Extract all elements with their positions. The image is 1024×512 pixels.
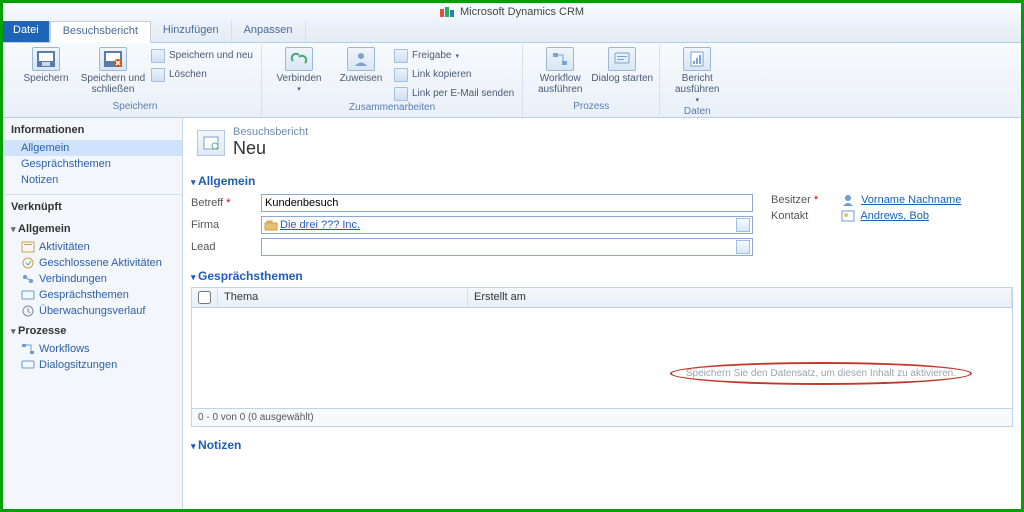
lookup-button-icon[interactable]	[736, 240, 750, 254]
lead-lookup[interactable]	[261, 238, 753, 256]
save-button[interactable]: Speichern	[15, 45, 77, 84]
disk-new-icon	[151, 49, 165, 63]
closed-activities-icon	[21, 257, 35, 269]
ribbon: Speichern Speichern und schließen Speich…	[3, 43, 1021, 118]
section-notes[interactable]: Notizen	[191, 433, 1013, 456]
email-link-button[interactable]: Link per E-Mail senden	[392, 85, 516, 102]
disk-close-icon	[99, 47, 127, 71]
label-betreff: Betreff	[191, 197, 223, 209]
tab-file[interactable]: Datei	[3, 21, 50, 42]
app-title: Microsoft Dynamics CRM	[460, 6, 584, 18]
left-navigation: Informationen Allgemein Gesprächsthemen …	[3, 118, 183, 509]
nav-gespraechsthemen[interactable]: Gesprächsthemen	[3, 156, 182, 172]
grid-footer: 0 - 0 von 0 (0 ausgewählt)	[192, 408, 1012, 426]
nav-workflows[interactable]: Workflows	[3, 341, 182, 357]
betreff-input[interactable]	[261, 194, 753, 212]
copy-link-icon	[394, 68, 408, 82]
firma-link[interactable]: Die drei ??? Inc.	[278, 219, 736, 231]
page-type: Besuchsbericht	[233, 126, 308, 138]
label-besitzer: Besitzer	[771, 194, 811, 206]
grid-placeholder: Speichern Sie den Datensatz, um diesen I…	[670, 362, 972, 385]
besitzer-link[interactable]: Vorname Nachname	[861, 194, 961, 206]
titlebar: Microsoft Dynamics CRM	[3, 3, 1021, 21]
label-firma: Firma	[191, 219, 261, 231]
activities-icon	[21, 241, 35, 253]
group-collab-label: Zusammenarbeiten	[349, 102, 435, 115]
link-icon	[285, 47, 313, 71]
email-icon	[394, 87, 408, 101]
company-icon	[264, 219, 278, 231]
dialog-sessions-icon	[21, 359, 35, 371]
run-report-button[interactable]: Bericht ausführen ▾	[666, 45, 728, 106]
label-lead: Lead	[191, 241, 261, 253]
nav-verbindungen[interactable]: Verbindungen	[3, 271, 182, 287]
nav-audit[interactable]: Überwachungsverlauf	[3, 303, 182, 319]
nav-dialogs[interactable]: Dialogsitzungen	[3, 357, 182, 373]
workflow-icon	[546, 47, 574, 71]
tab-anpassen[interactable]: Anpassen	[232, 21, 306, 42]
grid-checkbox-header[interactable]	[192, 288, 218, 307]
nav-header-verknuepft: Verknüpft	[3, 194, 182, 217]
disk-icon	[32, 47, 60, 71]
col-thema[interactable]: Thema	[218, 288, 468, 307]
nav-allgemein[interactable]: Allgemein	[3, 140, 182, 156]
run-workflow-button[interactable]: Workflow ausführen	[529, 45, 591, 95]
nav-header-informationen: Informationen	[3, 118, 182, 140]
label-kontakt: Kontakt	[771, 210, 841, 222]
crm-logo-icon	[440, 7, 454, 17]
main-pane: Besuchsbericht Neu Allgemein Betreff * F…	[183, 118, 1021, 509]
group-process-label: Prozess	[573, 101, 609, 115]
dialog-icon	[608, 47, 636, 71]
firma-lookup[interactable]: Die drei ??? Inc.	[261, 216, 753, 234]
assign-icon	[347, 47, 375, 71]
connections-icon	[21, 273, 35, 285]
lookup-button-icon[interactable]	[736, 218, 750, 232]
page-title: Neu	[233, 138, 266, 158]
connect-button[interactable]: Verbinden ▾	[268, 45, 330, 95]
kontakt-link[interactable]: Andrews, Bob	[860, 210, 928, 222]
nav-notizen[interactable]: Notizen	[3, 172, 182, 188]
col-erstellt[interactable]: Erstellt am	[468, 288, 1012, 307]
nav-sub-allgemein[interactable]: Allgemein	[3, 217, 182, 239]
workflows-icon	[21, 343, 35, 355]
nav-topics[interactable]: Gesprächsthemen	[3, 287, 182, 303]
tab-hinzufuegen[interactable]: Hinzufügen	[151, 21, 232, 42]
assign-button[interactable]: Zuweisen	[330, 45, 392, 84]
nav-sub-prozesse[interactable]: Prozesse	[3, 319, 182, 341]
section-topics[interactable]: Gesprächsthemen	[191, 264, 1013, 287]
nav-aktivitaeten[interactable]: Aktivitäten	[3, 239, 182, 255]
section-allgemein[interactable]: Allgemein	[191, 169, 1013, 192]
start-dialog-button[interactable]: Dialog starten	[591, 45, 653, 84]
delete-button[interactable]: Löschen	[149, 66, 255, 83]
share-icon	[394, 49, 408, 63]
group-data-label: Daten	[684, 106, 711, 117]
report-icon	[683, 47, 711, 71]
audit-icon	[21, 305, 35, 317]
topics-icon	[21, 289, 35, 301]
user-icon	[841, 194, 855, 206]
tab-besuchsbericht[interactable]: Besuchsbericht	[50, 21, 151, 43]
delete-icon	[151, 68, 165, 82]
contact-icon	[841, 210, 855, 222]
share-button[interactable]: Freigabe ▾	[392, 47, 516, 64]
copy-link-button[interactable]: Link kopieren	[392, 66, 516, 83]
tabstrip: Datei Besuchsbericht Hinzufügen Anpassen	[3, 21, 1021, 43]
save-and-close-button[interactable]: Speichern und schließen	[77, 45, 149, 95]
group-save-label: Speichern	[112, 101, 157, 115]
nav-closed-activities[interactable]: Geschlossene Aktivitäten	[3, 255, 182, 271]
topics-grid: Thema Erstellt am Speichern Sie den Date…	[191, 287, 1013, 427]
record-type-icon	[197, 130, 225, 156]
save-and-new-button[interactable]: Speichern und neu	[149, 47, 255, 64]
